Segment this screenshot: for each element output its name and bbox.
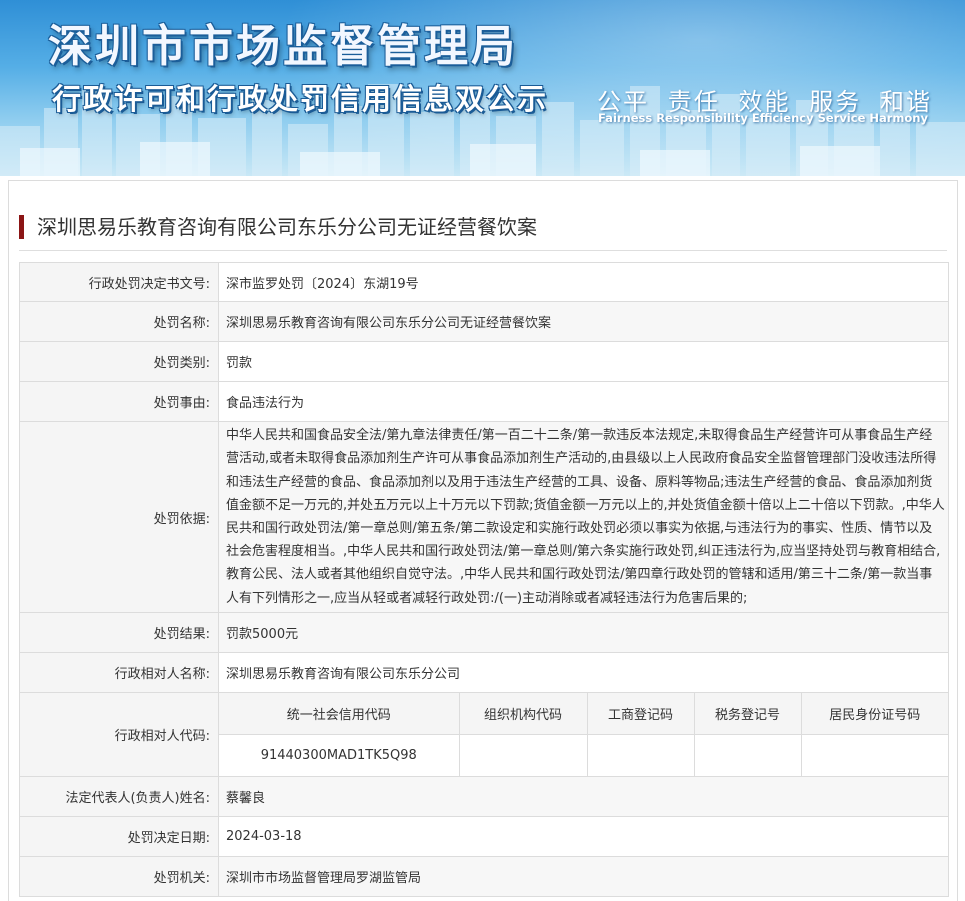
value-service-en: Service <box>817 111 866 125</box>
case-title-text: 深圳思易乐教育咨询有限公司东乐分公司无证经营餐饮案 <box>37 215 537 239</box>
value-authority: 深圳市市场监督管理局罗湖监管局 <box>218 856 949 897</box>
header-banner: 深圳市市场监督管理局 行政许可和行政处罚信用信息双公示 公平 责任 效能 服务 … <box>0 0 965 176</box>
value-decision-date: 2024-03-18 <box>218 816 949 857</box>
row-penalty-result: 处罚结果: 罚款5000元 <box>19 612 949 653</box>
row-penalty-type: 处罚类别: 罚款 <box>19 341 949 382</box>
label-decision-date: 处罚决定日期: <box>19 816 219 857</box>
row-penalty-name: 处罚名称: 深圳思易乐教育咨询有限公司东乐分公司无证经营餐饮案 <box>19 301 949 342</box>
value-penalty-basis: 中华人民共和国食品安全法/第九章法律责任/第一百二十二条/第一款违反本法规定,未… <box>218 421 949 613</box>
value-responsibility-en: Responsibility <box>656 111 748 125</box>
title-accent-bar <box>19 215 24 239</box>
row-authority: 处罚机关: 深圳市市场监督管理局罗湖监管局 <box>19 856 949 897</box>
party-code-cell: 统一社会信用代码 组织机构代码 工商登记码 税务登记号 居民身份证号码 9144… <box>218 692 949 777</box>
label-penalty-type: 处罚类别: <box>19 341 219 382</box>
row-party-code: 行政相对人代码: 统一社会信用代码 组织机构代码 工商登记码 税务登记号 居民身… <box>19 692 949 777</box>
row-decision-no: 行政处罚决定书文号: 深市监罗处罚〔2024〕东湖19号 <box>19 262 949 302</box>
banner-title: 深圳市市场监督管理局 <box>48 21 518 72</box>
value-penalty-type: 罚款 <box>218 341 949 382</box>
value-org-code <box>459 734 588 776</box>
row-penalty-reason: 处罚事由: 食品违法行为 <box>19 381 949 422</box>
value-penalty-result: 罚款5000元 <box>218 612 949 653</box>
banner-subtitle: 行政许可和行政处罚信用信息双公示 <box>52 82 549 116</box>
row-party-name: 行政相对人名称: 深圳思易乐教育咨询有限公司东乐分公司 <box>19 652 949 693</box>
value-penalty-name: 深圳思易乐教育咨询有限公司东乐分公司无证经营餐饮案 <box>218 301 949 342</box>
banner-values-en: Fairness Responsibility Efficiency Servi… <box>598 111 928 125</box>
value-credit-code: 91440300MAD1TK5Q98 <box>219 734 460 776</box>
value-penalty-reason: 食品违法行为 <box>218 381 949 422</box>
value-business-reg-code <box>587 734 695 776</box>
label-penalty-reason: 处罚事由: <box>19 381 219 422</box>
party-code-value-row: 91440300MAD1TK5Q98 <box>219 734 948 776</box>
value-id-card-no <box>801 734 948 776</box>
value-tax-reg-no <box>694 734 802 776</box>
label-penalty-result: 处罚结果: <box>19 612 219 653</box>
label-penalty-name: 处罚名称: <box>19 301 219 342</box>
row-decision-date: 处罚决定日期: 2024-03-18 <box>19 816 949 857</box>
label-legal-rep: 法定代表人(负责人)姓名: <box>19 776 219 817</box>
row-penalty-basis: 处罚依据: 中华人民共和国食品安全法/第九章法律责任/第一百二十二条/第一款违反… <box>19 421 949 613</box>
header-credit-code: 统一社会信用代码 <box>219 693 460 735</box>
label-authority: 处罚机关: <box>19 856 219 897</box>
label-decision-no: 行政处罚决定书文号: <box>19 262 219 302</box>
header-tax-reg-no: 税务登记号 <box>694 693 802 735</box>
label-party-code: 行政相对人代码: <box>19 692 219 777</box>
case-title: 深圳思易乐教育咨询有限公司东乐分公司无证经营餐饮案 <box>19 213 947 251</box>
penalty-info-table: 行政处罚决定书文号: 深市监罗处罚〔2024〕东湖19号 处罚名称: 深圳思易乐… <box>19 262 949 897</box>
value-legal-rep: 蔡馨良 <box>218 776 949 817</box>
value-fairness-en: Fairness <box>598 111 653 125</box>
content-panel: 深圳思易乐教育咨询有限公司东乐分公司无证经营餐饮案 行政处罚决定书文号: 深市监… <box>8 180 958 901</box>
party-code-table: 统一社会信用代码 组织机构代码 工商登记码 税务登记号 居民身份证号码 9144… <box>219 693 948 776</box>
party-code-header-row: 统一社会信用代码 组织机构代码 工商登记码 税务登记号 居民身份证号码 <box>219 693 948 735</box>
value-efficiency-en: Efficiency <box>751 111 814 125</box>
header-org-code: 组织机构代码 <box>459 693 588 735</box>
value-decision-no: 深市监罗处罚〔2024〕东湖19号 <box>218 262 949 302</box>
value-party-name: 深圳思易乐教育咨询有限公司东乐分公司 <box>218 652 949 693</box>
row-legal-rep: 法定代表人(负责人)姓名: 蔡馨良 <box>19 776 949 817</box>
header-id-card-no: 居民身份证号码 <box>801 693 948 735</box>
header-business-reg-code: 工商登记码 <box>587 693 695 735</box>
value-harmony-en: Harmony <box>869 111 928 125</box>
label-penalty-basis: 处罚依据: <box>19 421 219 613</box>
label-party-name: 行政相对人名称: <box>19 652 219 693</box>
